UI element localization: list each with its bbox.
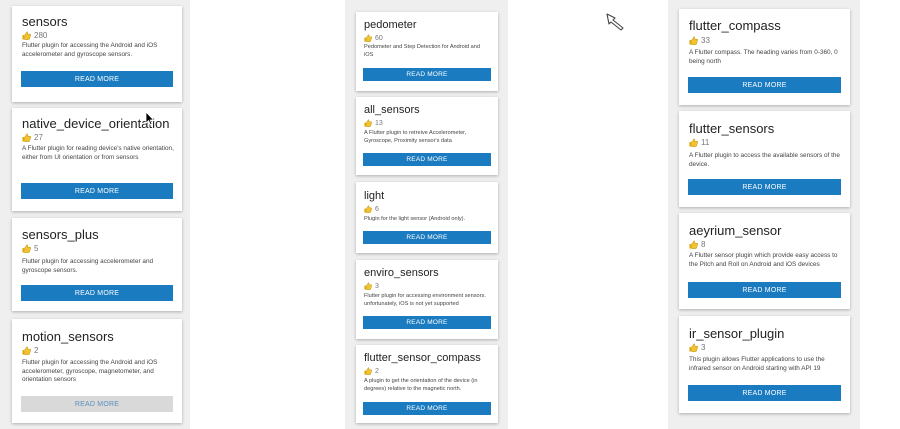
likes: 2 <box>364 367 379 375</box>
package-card[interactable]: flutter_sensor_compass 2 A plugin to get… <box>356 345 498 423</box>
read-more-button[interactable]: READ MORE <box>688 385 841 401</box>
package-card[interactable]: motion_sensors 2 Flutter plugin for acce… <box>12 319 182 423</box>
package-description: A Flutter plugin for reading device's na… <box>22 145 174 161</box>
likes: 8 <box>689 240 705 249</box>
package-card[interactable]: pedometer 60 Pedometer and Step Detectio… <box>356 12 498 91</box>
package-description: A Flutter sensor plugin which provide ea… <box>689 252 838 268</box>
package-title[interactable]: aeyrium_sensor <box>689 223 782 238</box>
package-description: A plugin to get the orientation of the d… <box>364 378 478 392</box>
read-more-button[interactable]: READ MORE <box>363 68 491 81</box>
likes: 3 <box>689 343 705 352</box>
package-description: Flutter plugin for accessing the Android… <box>22 42 158 58</box>
likes-count: 2 <box>375 367 379 375</box>
package-description: Flutter plugin for accessing environment… <box>364 293 486 307</box>
package-title[interactable]: enviro_sensors <box>364 267 439 279</box>
package-title[interactable]: all_sensors <box>364 104 420 116</box>
likes-count: 3 <box>375 282 379 290</box>
thumbs-up-icon <box>22 346 34 355</box>
package-card[interactable]: sensors_plus 5 Flutter plugin for access… <box>12 218 182 311</box>
likes: 5 <box>22 244 38 253</box>
thumbs-up-icon <box>689 240 701 249</box>
package-card[interactable]: enviro_sensors 3 Flutter plugin for acce… <box>356 260 498 339</box>
package-card[interactable]: light 6 Plugin for the light sensor (And… <box>356 182 498 253</box>
package-card[interactable]: sensors 280 Flutter plugin for accessing… <box>12 6 182 102</box>
likes-count: 11 <box>701 138 710 147</box>
package-title[interactable]: flutter_compass <box>689 18 781 33</box>
likes-count: 280 <box>34 31 48 40</box>
thumbs-up-icon <box>22 133 34 142</box>
likes-count: 60 <box>375 34 383 42</box>
package-card[interactable]: flutter_compass 33 A Flutter compass. Th… <box>679 9 850 105</box>
likes-count: 13 <box>375 119 383 127</box>
thumbs-up-icon <box>364 119 375 127</box>
hand-cursor-icon <box>605 12 627 39</box>
read-more-button[interactable]: READ MORE <box>688 179 841 195</box>
package-card[interactable]: flutter_sensors 11 A Flutter plugin to a… <box>679 111 850 207</box>
likes: 27 <box>22 133 43 142</box>
package-card[interactable]: all_sensors 13 A Flutter plugin to retre… <box>356 97 498 175</box>
likes: 3 <box>364 282 379 290</box>
likes: 6 <box>364 205 379 213</box>
thumbs-up-icon <box>364 282 375 290</box>
likes: 13 <box>364 119 383 127</box>
package-card[interactable]: ir_sensor_plugin 3 This plugin allows Fl… <box>679 316 850 413</box>
likes-count: 6 <box>375 205 379 213</box>
likes-count: 2 <box>34 346 39 355</box>
package-description: Flutter plugin for accessing the Android… <box>22 359 158 384</box>
likes: 60 <box>364 34 383 42</box>
thumbs-up-icon <box>364 34 375 42</box>
read-more-button[interactable]: READ MORE <box>363 402 491 415</box>
package-title[interactable]: motion_sensors <box>22 329 114 344</box>
likes-count: 3 <box>701 343 706 352</box>
read-more-button[interactable]: READ MORE <box>21 71 173 87</box>
read-more-button[interactable]: READ MORE <box>363 316 491 329</box>
read-more-button[interactable]: READ MORE <box>363 153 491 166</box>
thumbs-up-icon <box>22 31 34 40</box>
thumbs-up-icon <box>689 36 701 45</box>
likes: 280 <box>22 31 47 40</box>
likes-count: 5 <box>34 244 39 253</box>
likes-count: 27 <box>34 133 43 142</box>
package-description: A Flutter plugin to access the available… <box>689 152 840 168</box>
thumbs-up-icon <box>364 367 375 375</box>
read-more-button[interactable]: READ MORE <box>21 183 173 199</box>
package-description: A Flutter plugin to retreive Acceleromet… <box>364 130 467 144</box>
package-description: A Flutter compass. The heading varies fr… <box>689 49 838 65</box>
read-more-button[interactable]: READ MORE <box>21 285 173 301</box>
thumbs-up-icon <box>689 138 701 147</box>
read-more-button[interactable]: READ MORE <box>363 231 491 244</box>
package-title[interactable]: flutter_sensors <box>689 121 774 136</box>
read-more-button[interactable]: READ MORE <box>688 282 841 298</box>
package-title[interactable]: ir_sensor_plugin <box>689 326 784 341</box>
thumbs-up-icon <box>689 343 701 352</box>
likes: 2 <box>22 346 38 355</box>
package-title[interactable]: light <box>364 190 384 202</box>
mouse-pointer-icon <box>145 110 155 131</box>
likes: 33 <box>689 36 710 45</box>
likes: 11 <box>689 138 709 147</box>
package-title[interactable]: sensors_plus <box>22 227 99 242</box>
package-title[interactable]: sensors <box>22 14 68 29</box>
package-card[interactable]: native_device_orientation 27 A Flutter p… <box>12 108 182 211</box>
thumbs-up-icon <box>364 205 375 213</box>
likes-count: 33 <box>701 36 710 45</box>
likes-count: 8 <box>701 240 706 249</box>
package-description: This plugin allows Flutter applications … <box>689 356 825 372</box>
read-more-button[interactable]: READ MORE <box>21 396 173 412</box>
package-description: Pedometer and Step Detection for Android… <box>364 44 480 58</box>
package-description: Flutter plugin for accessing acceleromet… <box>22 258 154 274</box>
read-more-button[interactable]: READ MORE <box>688 77 841 93</box>
package-title[interactable]: pedometer <box>364 19 417 31</box>
thumbs-up-icon <box>22 244 34 253</box>
package-card[interactable]: aeyrium_sensor 8 A Flutter sensor plugin… <box>679 213 850 309</box>
package-title[interactable]: flutter_sensor_compass <box>364 352 481 364</box>
package-description: Plugin for the light sensor (Android onl… <box>364 216 466 222</box>
